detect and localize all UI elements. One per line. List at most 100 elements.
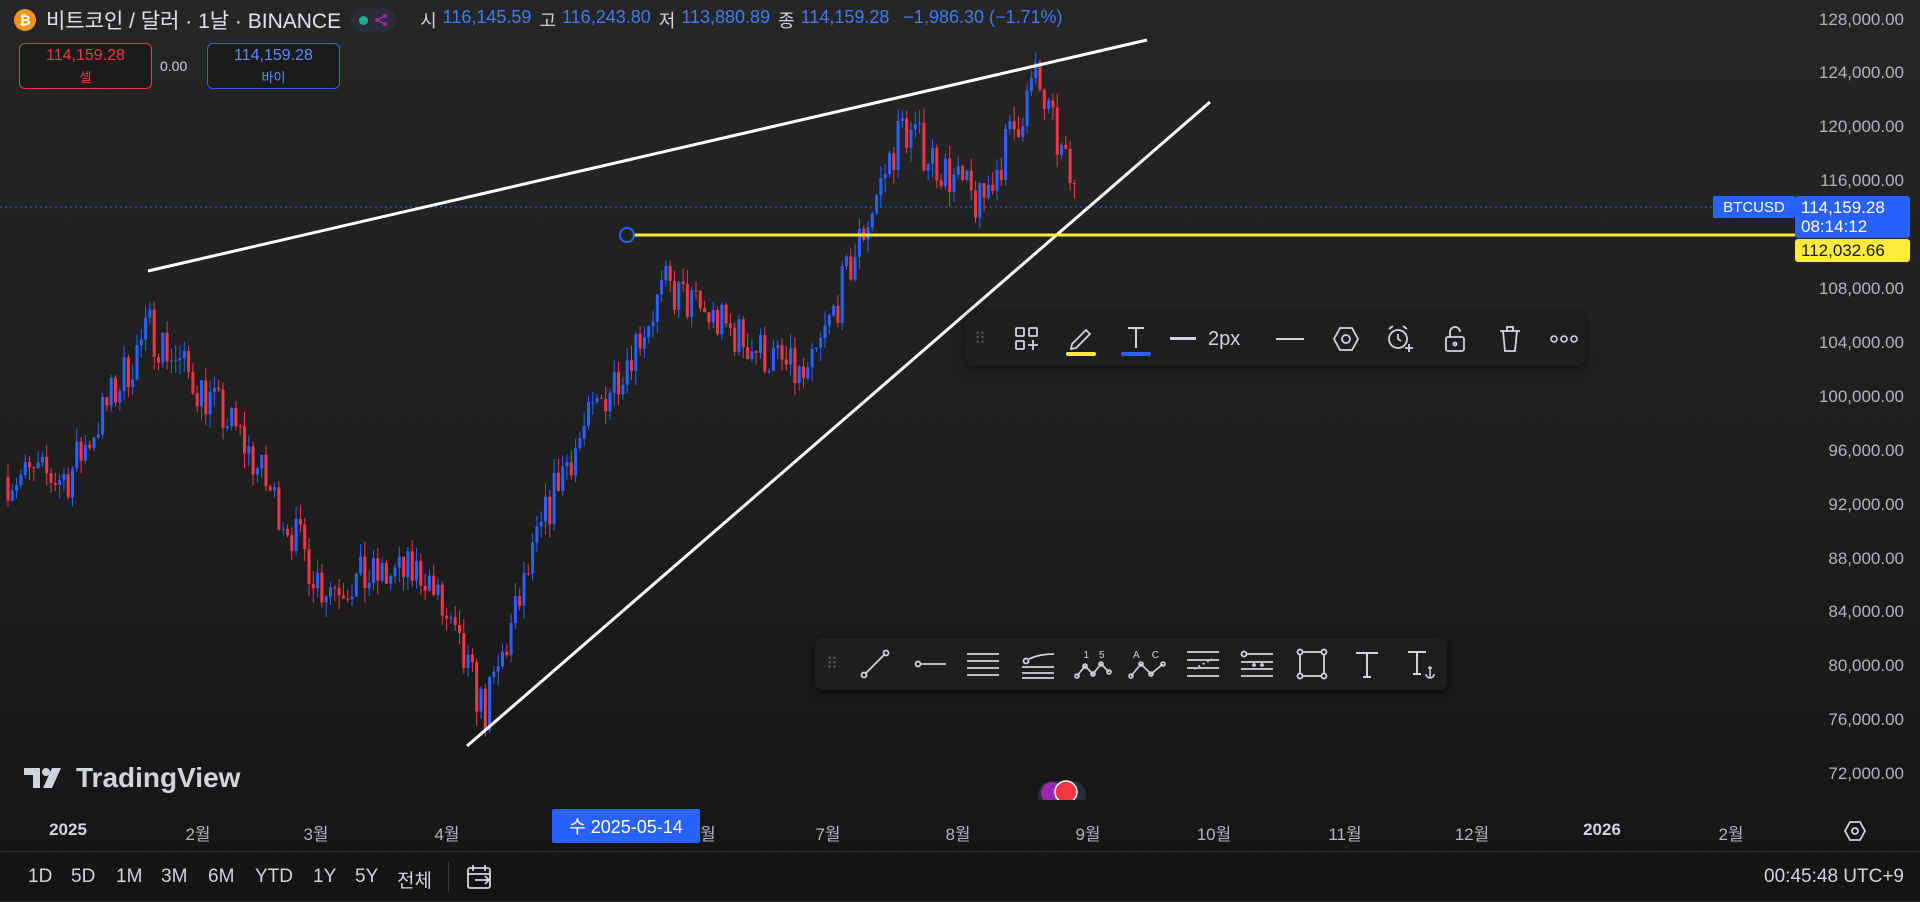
regression-trend-icon[interactable] [1018,644,1058,684]
candle-body [354,573,358,597]
candle-body [307,549,311,584]
candle-body [1060,144,1063,155]
xabcd-pattern-icon[interactable]: 15 [1073,644,1113,684]
candle-body [591,401,595,403]
range-1d-button[interactable]: 1D [28,866,52,888]
candle-body [802,366,805,379]
candle-body [1047,100,1051,109]
candle-body [79,441,83,461]
price-tick: 96,000.00 [1828,441,1904,460]
fib-extension-icon[interactable] [1237,644,1277,684]
lock-icon[interactable] [1435,319,1475,359]
fib-retracement-icon[interactable] [1183,644,1223,684]
candle-body [71,468,74,498]
time-tick: 8월 [945,825,971,844]
candle-body [58,480,62,485]
xabcd-label-1: 1 [1083,649,1099,661]
candle-body [324,596,328,603]
candle-body [943,158,947,187]
tradingview-logo-text: TradingView [76,762,241,793]
candle-body [1029,77,1033,91]
candle-body [389,576,393,584]
line-style-icon[interactable] [1270,319,1310,359]
time-tick: 11월 [1328,825,1362,844]
candle-body [991,184,995,191]
go-to-date-icon[interactable] [466,864,494,890]
candle-body [483,688,487,731]
candle-body [28,462,31,468]
candle-body [737,319,741,352]
range-all-button[interactable]: 전체 [397,866,432,893]
time-tick: 7월 [815,825,841,844]
candle-body [169,360,173,362]
price-tick: 84,000.00 [1828,602,1904,621]
candle-body [475,662,479,712]
candle-body [277,487,281,530]
candle-body [298,518,302,525]
range-1m-button[interactable]: 1M [116,866,142,888]
parallel-channel-icon[interactable] [963,644,1003,684]
grip-icon[interactable]: ⠿ [823,644,839,684]
candle-body [879,177,883,196]
candle-body [178,358,182,361]
candle-body [789,347,793,365]
candle-body [255,468,259,475]
text-icon[interactable] [1347,644,1387,684]
candle-body [23,462,27,475]
candle-body [496,666,500,672]
abcd-pattern-icon[interactable]: AC [1127,644,1167,684]
candle-body [677,281,681,310]
range-6m-button[interactable]: 6M [208,866,234,888]
line-anchor-handle[interactable] [619,227,635,243]
candle-body [630,360,633,372]
anchored-text-icon[interactable] [1401,644,1441,684]
settings-hexagon-icon[interactable] [1326,319,1366,359]
timezone-clock[interactable]: 00:45:48 UTC+9 [1764,866,1904,888]
range-3m-button[interactable]: 3M [161,866,187,888]
range-ytd-button[interactable]: YTD [255,866,293,888]
range-5y-button[interactable]: 5Y [355,866,378,888]
rectangle-icon[interactable] [1292,644,1332,684]
candle-body [333,587,337,589]
candle-body [1021,125,1025,138]
candle-body [341,595,345,599]
candle-body [836,305,840,323]
candle-body [427,575,431,591]
candle-body [900,118,904,122]
candle-body [694,290,698,292]
candle-body [703,308,707,313]
symbol-tag: BTCUSD [1713,196,1795,218]
candle-body [449,617,453,619]
add-alert-icon[interactable] [1380,319,1420,359]
range-1y-button[interactable]: 1Y [313,866,336,888]
candle-body [565,462,569,467]
candle-body [337,588,341,596]
candle-body [260,454,264,469]
grip-icon[interactable]: ⠿ [971,319,987,359]
text-color-icon[interactable] [1116,319,1156,359]
us-flag-icon[interactable] [1054,780,1078,800]
candle-body [642,337,646,349]
candle-body [595,397,599,402]
candle-body [668,265,672,281]
candle-body [384,562,388,584]
axis-settings-icon[interactable] [1843,819,1867,843]
range-5d-button[interactable]: 5D [71,866,95,888]
candle-body [539,521,543,527]
candle-body [380,562,384,581]
candle-body [195,393,199,407]
candle-body [660,280,664,295]
horizontal-ray-icon[interactable] [910,644,950,684]
trend-line-icon[interactable] [855,644,895,684]
trash-icon[interactable] [1490,319,1530,359]
candle-body [458,625,461,634]
candle-body [470,654,474,663]
more-icon[interactable] [1544,319,1584,359]
line-width-icon[interactable]: 2px [1170,319,1250,359]
candle-body [182,350,186,359]
pencil-color-icon[interactable] [1061,319,1101,359]
add-to-favorites-icon[interactable] [1007,319,1047,359]
candle-body [359,556,363,574]
candle-body [406,551,410,578]
tradingview-logo[interactable]: TradingView [24,762,240,794]
